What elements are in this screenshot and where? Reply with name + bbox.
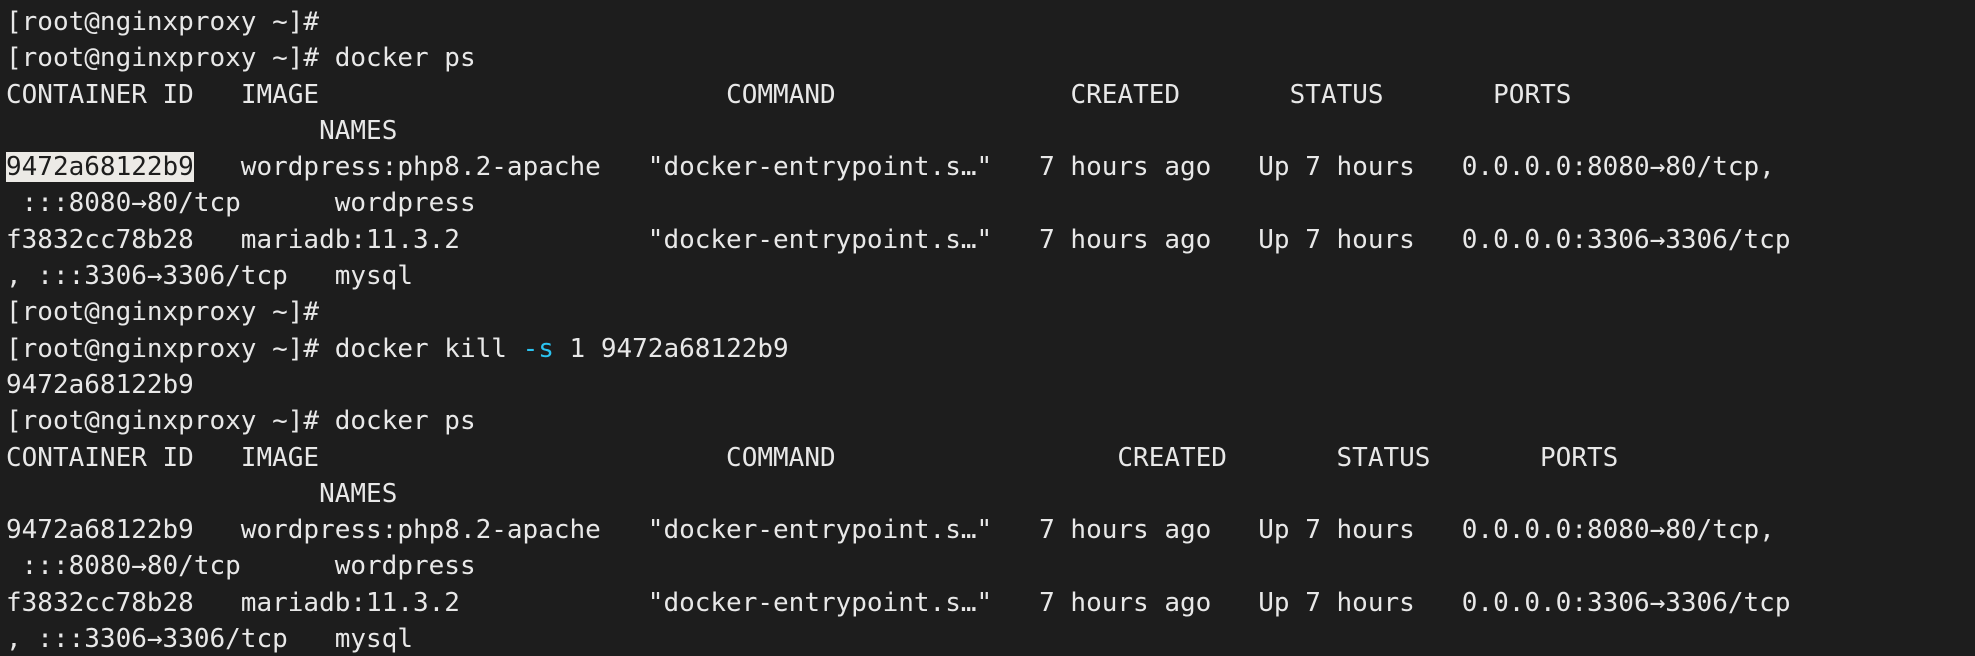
terminal-line-prompt-empty: [root@nginxproxy ~]# — [0, 4, 1975, 40]
shell-prompt: [root@nginxproxy ~]# — [6, 333, 335, 364]
row-wrap-text: , :::3306→3306/tcp mysql — [6, 261, 413, 292]
command-flag-signal: -s — [522, 333, 554, 364]
terminal-line-command-docker-ps: [root@nginxproxy ~]# docker ps — [0, 40, 1975, 76]
terminal-window[interactable]: [root@nginxproxy ~]# [root@nginxproxy ~]… — [0, 0, 1975, 656]
column-header-status: STATUS — [1289, 79, 1384, 110]
terminal-line-output-container-id: 9472a68122b9 — [0, 367, 1975, 403]
terminal-line-row-wordpress-wrap: :::8080→80/tcp wordpress — [0, 185, 1975, 221]
column-header-created: CREATED — [1070, 79, 1181, 110]
row-text: 9472a68122b9 wordpress:php8.2-apache "do… — [6, 515, 1775, 546]
row-wrap-text: , :::3306→3306/tcp mysql — [6, 624, 413, 655]
shell-prompt: [root@nginxproxy ~]# — [6, 297, 335, 328]
row-text: f3832cc78b28 mariadb:11.3.2 "docker-entr… — [6, 587, 1791, 618]
row-wrap-text: :::8080→80/tcp wordpress — [6, 188, 476, 219]
column-header-image: IMAGE — [240, 79, 320, 110]
output-text: 9472a68122b9 — [6, 369, 194, 400]
terminal-line-row-mariadb-2-wrap: , :::3306→3306/tcp mysql — [0, 621, 1975, 656]
row-text: f3832cc78b28 mariadb:11.3.2 "docker-entr… — [6, 224, 1791, 255]
terminal-line-table-header-wrap: NAMES — [0, 113, 1975, 149]
command-args: 1 9472a68122b9 — [553, 333, 789, 364]
terminal-line-row-mariadb: f3832cc78b28 mariadb:11.3.2 "docker-entr… — [0, 222, 1975, 258]
command-text: docker ps — [334, 43, 476, 74]
shell-prompt: [root@nginxproxy ~]# — [6, 7, 335, 37]
column-header-names: NAMES — [319, 478, 398, 509]
row-wrap-text: :::8080→80/tcp wordpress — [6, 551, 476, 582]
terminal-line-row-mariadb-wrap: , :::3306→3306/tcp mysql — [0, 258, 1975, 294]
column-header-names: NAMES — [319, 115, 398, 146]
terminal-line-row-wordpress-2: 9472a68122b9 wordpress:php8.2-apache "do… — [0, 512, 1975, 548]
terminal-line-row-wordpress: 9472a68122b9 wordpress:php8.2-apache "do… — [0, 149, 1975, 185]
terminal-line-table-header-2-wrap: NAMES — [0, 476, 1975, 512]
terminal-line-table-header-2: CONTAINER ID IMAGE COMMAND CREATED STATU… — [0, 440, 1975, 476]
command-text: docker kill — [334, 333, 523, 364]
command-text: docker ps — [334, 406, 476, 437]
terminal-line-row-wordpress-2-wrap: :::8080→80/tcp wordpress — [0, 548, 1975, 584]
terminal-line-prompt-empty-2: [root@nginxproxy ~]# — [0, 294, 1975, 330]
column-header-command: COMMAND — [726, 79, 836, 110]
terminal-line-row-mariadb-2: f3832cc78b28 mariadb:11.3.2 "docker-entr… — [0, 585, 1975, 621]
selected-container-id[interactable]: 9472a68122b9 — [6, 152, 194, 183]
terminal-line-table-header: CONTAINER ID IMAGE COMMAND CREATED STATU… — [0, 77, 1975, 113]
shell-prompt: [root@nginxproxy ~]# — [6, 43, 335, 74]
row-rest: wordpress:php8.2-apache "docker-entrypoi… — [193, 152, 1775, 183]
column-header-container-id: CONTAINER ID — [6, 79, 194, 110]
column-header-ports: PORTS — [1493, 79, 1572, 110]
shell-prompt: [root@nginxproxy ~]# — [6, 406, 335, 437]
terminal-line-command-docker-ps-2: [root@nginxproxy ~]# docker ps — [0, 403, 1975, 439]
terminal-line-command-docker-kill: [root@nginxproxy ~]# docker kill -s 1 94… — [0, 331, 1975, 367]
table-header-text: CONTAINER ID IMAGE COMMAND CREATED STATU… — [6, 442, 1619, 473]
